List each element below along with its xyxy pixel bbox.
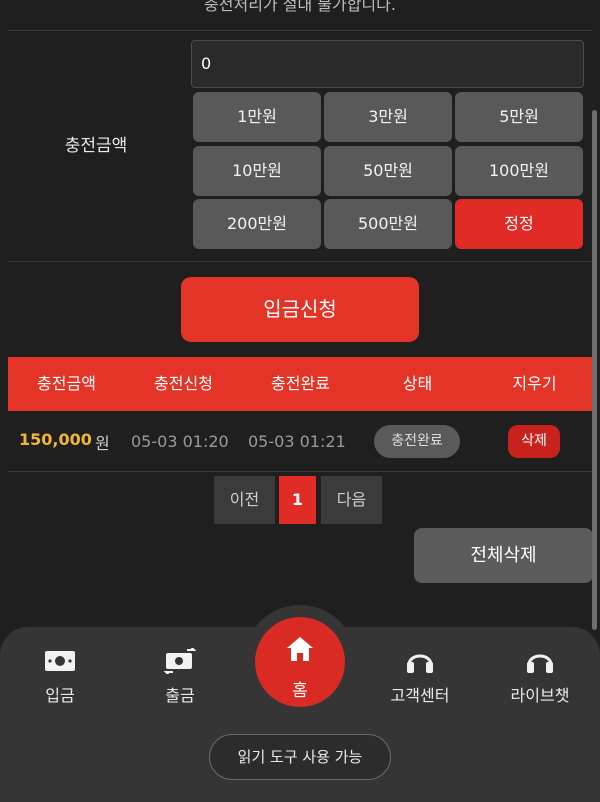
notice-text: 충전처리가 절대 불가합니다.	[204, 0, 396, 14]
nav-customer-center[interactable]: 고객센터	[370, 646, 470, 706]
table-header: 충전금액 충전신청 충전완료 상태 지우기	[8, 357, 592, 411]
divider	[8, 261, 592, 262]
amount-button-100[interactable]: 100만원	[455, 146, 583, 196]
nav-live-chat-label: 라이브챗	[510, 686, 570, 705]
amount-button-5[interactable]: 5만원	[455, 92, 583, 142]
headset-icon	[370, 646, 470, 676]
nav-customer-center-label: 고객센터	[390, 686, 450, 705]
cash-icon	[10, 646, 110, 676]
status-badge: 충전완료	[374, 425, 460, 458]
amount-button-500[interactable]: 500만원	[324, 199, 452, 249]
amount-label: 충전금액	[64, 136, 128, 156]
amount-button-3[interactable]: 3만원	[324, 92, 452, 142]
nav-withdraw-label: 출금	[165, 686, 195, 705]
header-amount: 충전금액	[37, 374, 96, 393]
row-delete-button[interactable]: 삭제	[508, 425, 560, 458]
row-unit: 원	[95, 434, 110, 453]
reset-button[interactable]: 정정	[455, 199, 583, 249]
header-status: 상태	[402, 374, 433, 393]
nav-deposit-label: 입금	[45, 686, 75, 705]
deposit-request-button[interactable]: 입금신청	[181, 277, 419, 342]
nav-live-chat[interactable]: 라이브챗	[490, 646, 590, 706]
row-completed-time: 05-03 01:21	[248, 432, 346, 451]
cash-exchange-icon	[130, 646, 230, 676]
divider	[8, 471, 592, 472]
header-requested: 충전신청	[154, 374, 213, 393]
page-1-button[interactable]: 1	[279, 476, 316, 524]
header-delete: 지우기	[512, 374, 557, 393]
home-icon	[287, 637, 313, 661]
header-completed: 충전완료	[271, 374, 330, 393]
nav-deposit[interactable]: 입금	[10, 646, 110, 706]
headset-icon	[490, 646, 590, 676]
amount-button-10[interactable]: 10만원	[193, 146, 321, 196]
prev-page-button[interactable]: 이전	[214, 476, 275, 524]
reader-tool-button[interactable]: 읽기 도구 사용 가능	[209, 734, 391, 780]
nav-home-label: 홈	[292, 681, 308, 701]
delete-all-button[interactable]: 전체삭제	[414, 528, 593, 583]
row-amount: 150,000	[19, 430, 92, 449]
amount-button-50[interactable]: 50만원	[324, 146, 452, 196]
amount-input[interactable]: 0	[191, 40, 584, 88]
nav-withdraw[interactable]: 출금	[130, 646, 230, 706]
amount-button-1[interactable]: 1만원	[193, 92, 321, 142]
divider	[8, 30, 592, 31]
next-page-button[interactable]: 다음	[321, 476, 382, 524]
row-requested-time: 05-03 01:20	[131, 432, 229, 451]
scrollbar[interactable]	[592, 110, 597, 630]
amount-button-200[interactable]: 200만원	[193, 199, 321, 249]
